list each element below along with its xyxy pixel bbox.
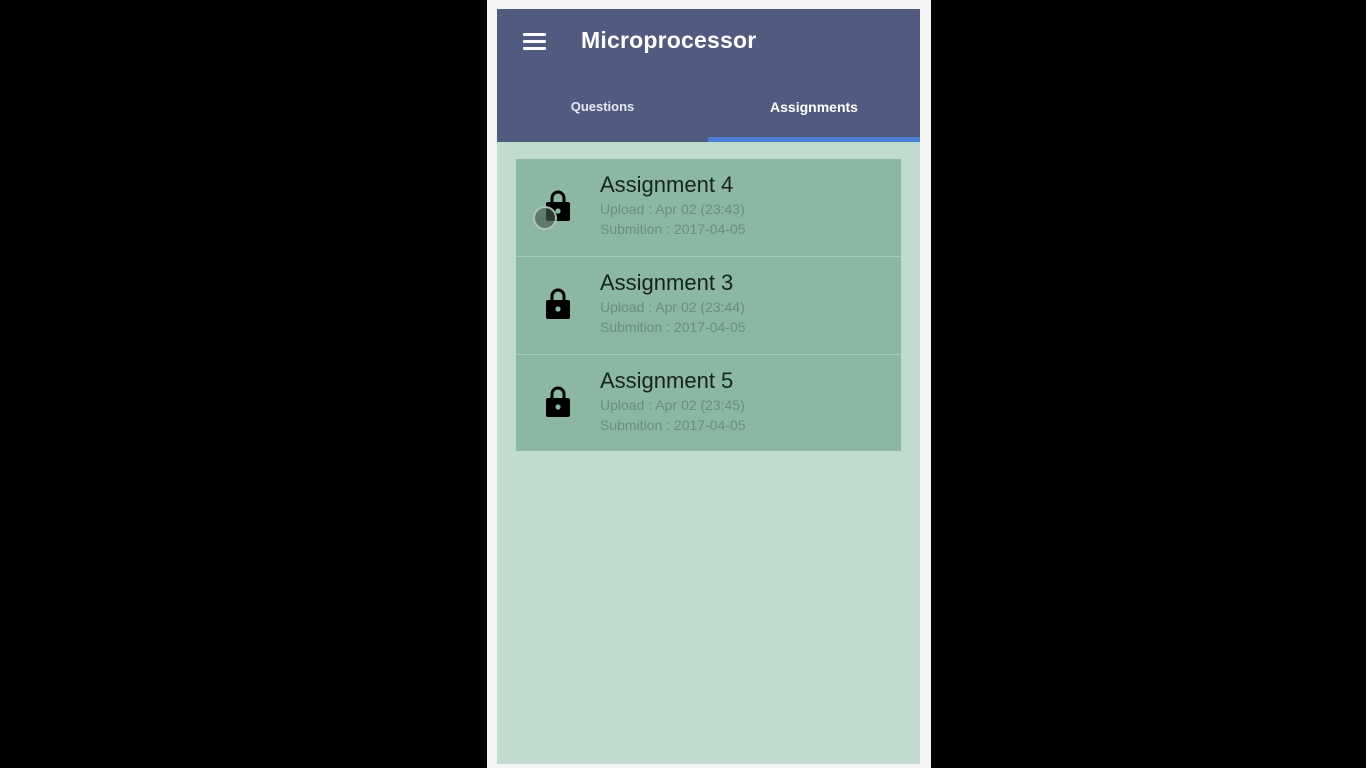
page-title: Microprocessor [581,27,757,53]
lock-icon [546,288,570,319]
touch-indicator [533,206,557,230]
assignment-title: Assignment 4 [600,172,734,197]
app-screen: Microprocessor Questions Assignments Ass… [497,9,920,764]
assignment-title: Assignment 3 [600,270,734,295]
app-bar: Microprocessor Questions Assignments [497,9,920,142]
upload-date: Upload : Apr 02 (23:43) [600,201,745,217]
hamburger-menu-icon[interactable] [523,33,546,51]
upload-date: Upload : Apr 02 (23:44) [600,299,745,315]
lock-icon [546,386,570,417]
tab-questions-label: Questions [570,99,635,114]
assignment-title: Assignment 5 [600,368,734,393]
list-item-assignment-5[interactable]: Assignment 5 Upload : Apr 02 (23:45) Sub… [516,355,901,451]
submission-date: Submition : 2017-04-05 [600,319,746,335]
list-item-assignment-3[interactable]: Assignment 3 Upload : Apr 02 (23:44) Sub… [516,257,901,355]
assignment-list: Assignment 4 Upload : Apr 02 (23:43) Sub… [516,159,901,451]
tab-assignments-label: Assignments [770,99,858,115]
list-item-assignment-4[interactable]: Assignment 4 Upload : Apr 02 (23:43) Sub… [516,159,901,257]
tab-questions[interactable]: Questions [497,93,708,142]
submission-date: Submition : 2017-04-05 [600,417,746,433]
upload-date: Upload : Apr 02 (23:45) [600,397,745,413]
submission-date: Submition : 2017-04-05 [600,221,746,237]
tab-assignments[interactable]: Assignments [708,93,920,142]
active-tab-indicator [708,137,920,142]
